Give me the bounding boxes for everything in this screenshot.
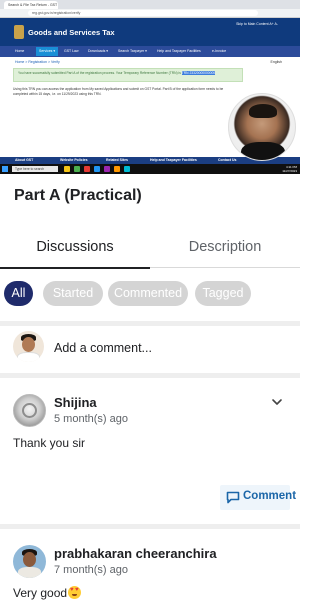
comment-text: Very good <box>13 586 68 600</box>
section-divider <box>0 524 300 529</box>
gst-breadcrumb: Home > Registration > Verify <box>15 60 60 64</box>
commenter-avatar <box>13 394 46 427</box>
comment-timestamp: 5 month(s) ago <box>54 413 128 425</box>
tab-discussions[interactable]: Discussions <box>0 226 150 269</box>
filter-chip-commented[interactable]: Commented <box>108 281 188 306</box>
gst-header: Goods and Services Tax Skip to Main Cont… <box>0 18 300 46</box>
commenter-name: Shijina <box>54 395 97 410</box>
gst-success-message: You have successfully submitted Part A o… <box>13 68 243 82</box>
gst-nav-item: Services ▾ <box>36 47 59 56</box>
current-user-avatar <box>13 331 44 362</box>
presenter-webcam <box>228 93 296 161</box>
avatar-emblem <box>22 403 37 418</box>
browser-address-bar: reg.gst.gov.in/registration/verify <box>0 9 300 18</box>
comment-item: Shijina 5 month(s) ago Thank you sir Com… <box>0 394 300 516</box>
comment-text-row: Very good <box>13 586 82 600</box>
avatar-face <box>23 552 36 567</box>
page-title: Part A (Practical) <box>14 187 142 204</box>
gst-footer-link: Contact Us <box>218 158 237 162</box>
browser-tab: Search & File Tax Return - GST Por... <box>4 1 58 9</box>
gst-nav-item: Help and Taxpayer Facilities <box>157 49 201 53</box>
avatar-shirt <box>18 567 41 578</box>
commenter-name: prabhakaran cheeranchira <box>54 546 217 561</box>
comment-reply-button[interactable]: Comment <box>220 485 296 510</box>
comment-reply-label: Comment <box>243 490 297 502</box>
gst-nav: Home Services ▾ GST Law Downloads ▾ Sear… <box>0 46 300 57</box>
gst-footer-link: Help and Taxpayer Facilities <box>150 158 197 162</box>
chevron-down-icon[interactable] <box>270 395 284 409</box>
content-tabs: Discussions Description <box>0 226 300 269</box>
gst-trn-highlight: TRN 23320000000000 <box>181 71 216 75</box>
gst-accessibility-links: Skip to Main Content A+ A- <box>236 22 278 26</box>
comment-text: Thank you sir <box>13 436 86 450</box>
taskbar-clock: 4:11 PM 11/27/2023 <box>282 165 297 173</box>
presenter-body <box>241 142 285 160</box>
app-icon <box>114 166 120 172</box>
gst-success-text: You have successfully submitted Part A o… <box>18 71 181 75</box>
filter-chip-started[interactable]: Started <box>43 281 103 306</box>
add-comment-input[interactable]: Add a comment... <box>54 341 152 355</box>
windows-start-icon <box>2 166 8 172</box>
avatar-shirt <box>17 352 40 362</box>
taskbar-search: Type here to search <box>12 166 58 172</box>
commenter-avatar <box>13 545 46 578</box>
gst-info-text: Using this TRN you can access the applic… <box>13 87 224 96</box>
gst-nav-item: Home <box>15 49 25 53</box>
add-comment-row[interactable]: Add a comment... <box>0 326 300 370</box>
heart-eyes-emoji-icon <box>68 586 82 599</box>
filter-chip-all[interactable]: All <box>4 281 33 306</box>
taskbar-date: 11/27/2023 <box>282 169 297 173</box>
gst-language: English <box>270 60 282 64</box>
avatar-face <box>22 337 35 352</box>
gst-nav-item: GST Law <box>64 49 79 53</box>
emblem-logo <box>14 25 24 39</box>
filter-chip-tagged[interactable]: Tagged <box>195 281 251 306</box>
app-icon <box>124 166 130 172</box>
file-explorer-icon <box>64 166 70 172</box>
section-divider <box>0 373 300 378</box>
app-icon <box>94 166 100 172</box>
chrome-icon <box>74 166 80 172</box>
comment-item: prabhakaran cheeranchira 7 month(s) ago … <box>0 545 300 604</box>
app-icon <box>104 166 110 172</box>
browser-tab-bar: Search & File Tax Return - GST Por... <box>0 0 300 9</box>
browser-url: reg.gst.gov.in/registration/verify <box>28 10 258 16</box>
gst-nav-item: Downloads ▾ <box>88 49 109 53</box>
gst-footer-link: Related Sites <box>106 158 128 162</box>
gst-footer-link: Website Policies <box>60 158 88 162</box>
windows-taskbar: Type here to search 4:11 PM 11/27/2023 <box>0 164 300 174</box>
comment-bubble-icon <box>226 491 240 504</box>
comment-timestamp: 7 month(s) ago <box>54 564 128 576</box>
gst-site-title: Goods and Services Tax <box>28 28 115 37</box>
video-player[interactable]: Search & File Tax Return - GST Por... re… <box>0 0 300 174</box>
gst-footer-link: About GST <box>15 158 34 162</box>
gst-nav-item: e-Invoice <box>212 49 227 53</box>
presenter-hair <box>249 104 277 118</box>
app-icon <box>84 166 90 172</box>
gst-nav-item: Search Taxpayer ▾ <box>118 49 147 53</box>
tab-description[interactable]: Description <box>150 226 300 268</box>
